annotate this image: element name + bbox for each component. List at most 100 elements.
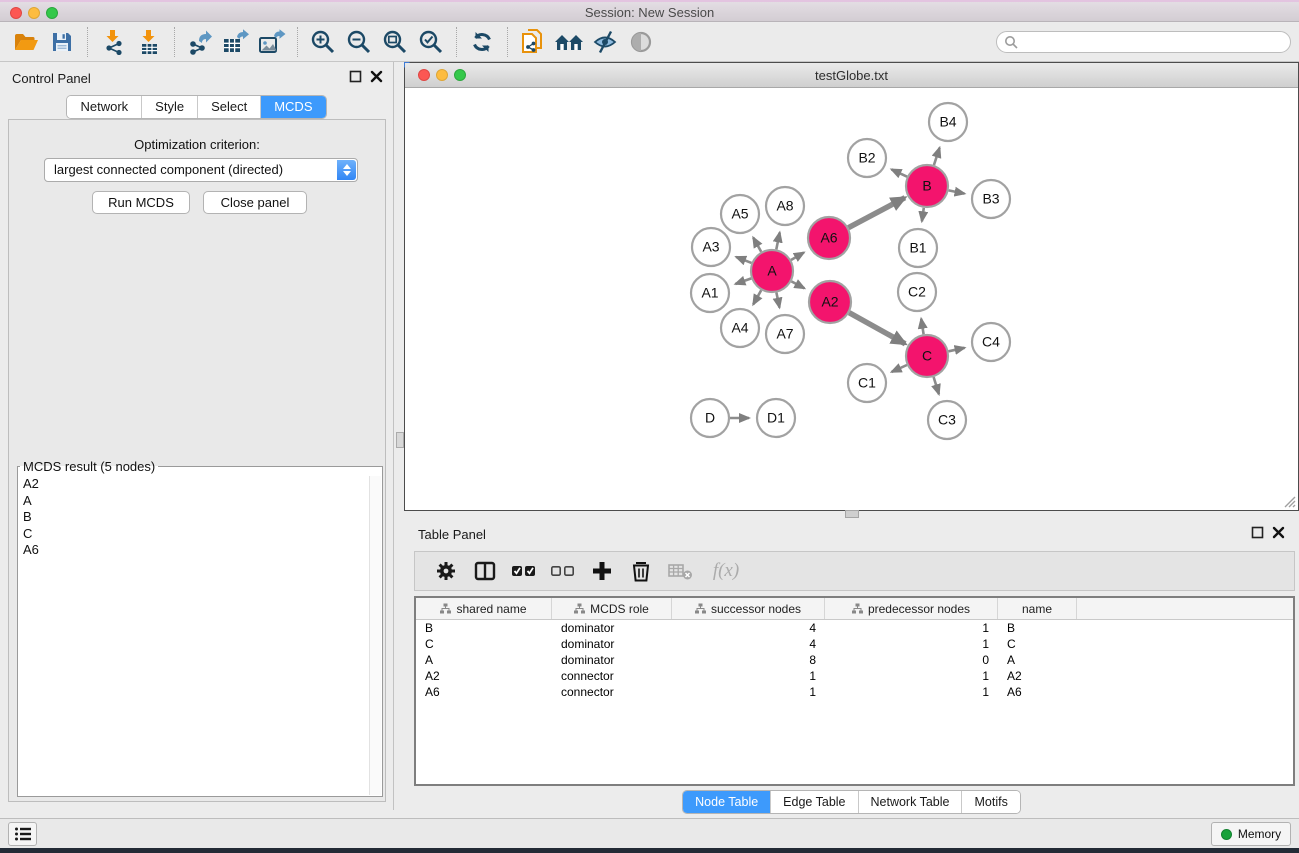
first-neighbors-icon[interactable] [554,27,584,57]
node-C[interactable]: C [906,335,948,377]
edge-A2-C[interactable] [849,313,905,344]
table-cell[interactable]: 1 [825,668,998,684]
node-C2[interactable]: C2 [898,273,936,311]
table-row[interactable]: A2connector11A2 [416,668,1293,684]
column-header-shared-name[interactable]: shared name [416,598,552,619]
table-cell[interactable]: 1 [825,636,998,652]
import-network-icon[interactable] [98,27,128,57]
edge-C-C2[interactable] [921,319,923,335]
float-table-panel-icon[interactable] [1251,526,1264,539]
result-item[interactable]: C [19,526,368,543]
node-D[interactable]: D [691,399,729,437]
table-cell[interactable]: 4 [672,636,825,652]
table-cell[interactable]: A [998,652,1077,668]
table-row[interactable]: Adominator80A [416,652,1293,668]
mcds-result-list[interactable]: A2ABCA6 [19,476,368,795]
node-table[interactable]: shared nameMCDS rolesuccessor nodesprede… [414,596,1295,786]
edge-A-A5[interactable] [753,238,761,252]
left-divider-grip[interactable] [396,432,404,448]
node-C4[interactable]: C4 [972,323,1010,361]
edge-A-A6[interactable] [791,253,804,261]
zoom-fit-icon[interactable] [380,27,410,57]
node-D1[interactable]: D1 [757,399,795,437]
column-header-MCDS-role[interactable]: MCDS role [552,598,672,619]
result-scrollbar[interactable] [369,476,381,795]
table-row[interactable]: Cdominator41C [416,636,1293,652]
new-network-from-selection-icon[interactable] [518,27,548,57]
close-table-panel-icon[interactable] [1272,526,1285,539]
tab-network[interactable]: Network [67,96,142,118]
node-A7[interactable]: A7 [766,315,804,353]
resize-grip-icon[interactable] [1280,492,1296,508]
result-item[interactable]: A [19,493,368,510]
table-cell[interactable]: A2 [998,668,1077,684]
table-cell[interactable]: 1 [672,684,825,700]
tab-motifs[interactable]: Motifs [962,791,1019,813]
edge-A-A2[interactable] [791,281,804,288]
export-table-icon[interactable] [221,27,251,57]
table-cell[interactable]: A2 [416,668,552,684]
node-A2[interactable]: A2 [809,281,851,323]
table-row[interactable]: A6connector11A6 [416,684,1293,700]
tab-style[interactable]: Style [142,96,198,118]
select-all-icon[interactable] [511,558,537,584]
edge-B-B4[interactable] [934,148,940,165]
table-cell[interactable]: B [998,620,1077,636]
table-cell[interactable]: A6 [416,684,552,700]
table-cell[interactable]: 4 [672,620,825,636]
add-column-icon[interactable] [589,558,615,584]
table-cell[interactable]: dominator [552,652,672,668]
edge-B-B2[interactable] [892,169,908,176]
network-canvas[interactable]: B4B2BB3B1A5A8A3A6AA1C2A4A7A2CC4C1C3DD1 [405,88,1298,510]
delete-column-icon[interactable] [628,558,654,584]
node-A4[interactable]: A4 [721,309,759,347]
node-B4[interactable]: B4 [929,103,967,141]
zoom-out-icon[interactable] [344,27,374,57]
network-graph[interactable]: B4B2BB3B1A5A8A3A6AA1C2A4A7A2CC4C1C3DD1 [405,88,1298,510]
edge-A-A1[interactable] [735,278,751,284]
table-cell[interactable]: 8 [672,652,825,668]
edge-C-C1[interactable] [892,365,907,372]
result-item[interactable]: A2 [19,476,368,493]
column-header-name[interactable]: name [998,598,1077,619]
function-builder-icon[interactable]: f(x) [706,558,746,584]
task-history-button[interactable] [8,822,37,846]
save-session-icon[interactable] [47,27,77,57]
node-A1[interactable]: A1 [691,274,729,312]
table-cell[interactable]: C [998,636,1077,652]
node-B2[interactable]: B2 [848,139,886,177]
edge-A-A7[interactable] [776,293,779,308]
edge-A-A8[interactable] [776,233,779,250]
edge-B-B3[interactable] [949,190,965,193]
table-cell[interactable]: A [416,652,552,668]
table-cell[interactable]: 1 [825,684,998,700]
bottom-divider-grip[interactable] [845,510,859,518]
tab-select[interactable]: Select [198,96,261,118]
deselect-all-icon[interactable] [550,558,576,584]
node-A3[interactable]: A3 [692,228,730,266]
table-cell[interactable]: 1 [825,620,998,636]
tab-edge-table[interactable]: Edge Table [771,791,858,813]
refresh-icon[interactable] [467,27,497,57]
table-cell[interactable]: C [416,636,552,652]
edge-C-C3[interactable] [934,377,939,394]
table-cell[interactable]: connector [552,668,672,684]
table-cell[interactable]: dominator [552,636,672,652]
node-C1[interactable]: C1 [848,364,886,402]
table-settings-icon[interactable] [433,558,459,584]
node-B[interactable]: B [906,165,948,207]
table-cell[interactable]: A6 [998,684,1077,700]
zoom-in-icon[interactable] [308,27,338,57]
node-A8[interactable]: A8 [766,187,804,225]
tab-node-table[interactable]: Node Table [683,791,771,813]
edge-B-B1[interactable] [922,208,924,222]
edge-A6-B[interactable] [848,198,905,228]
network-window-titlebar[interactable]: testGlobe.txt [405,63,1298,88]
tab-network-table[interactable]: Network Table [859,791,963,813]
import-table-icon[interactable] [134,27,164,57]
node-A6[interactable]: A6 [808,217,850,259]
node-A[interactable]: A [751,250,793,292]
export-network-icon[interactable] [185,27,215,57]
open-session-icon[interactable] [11,27,41,57]
edge-C-C4[interactable] [949,348,965,352]
